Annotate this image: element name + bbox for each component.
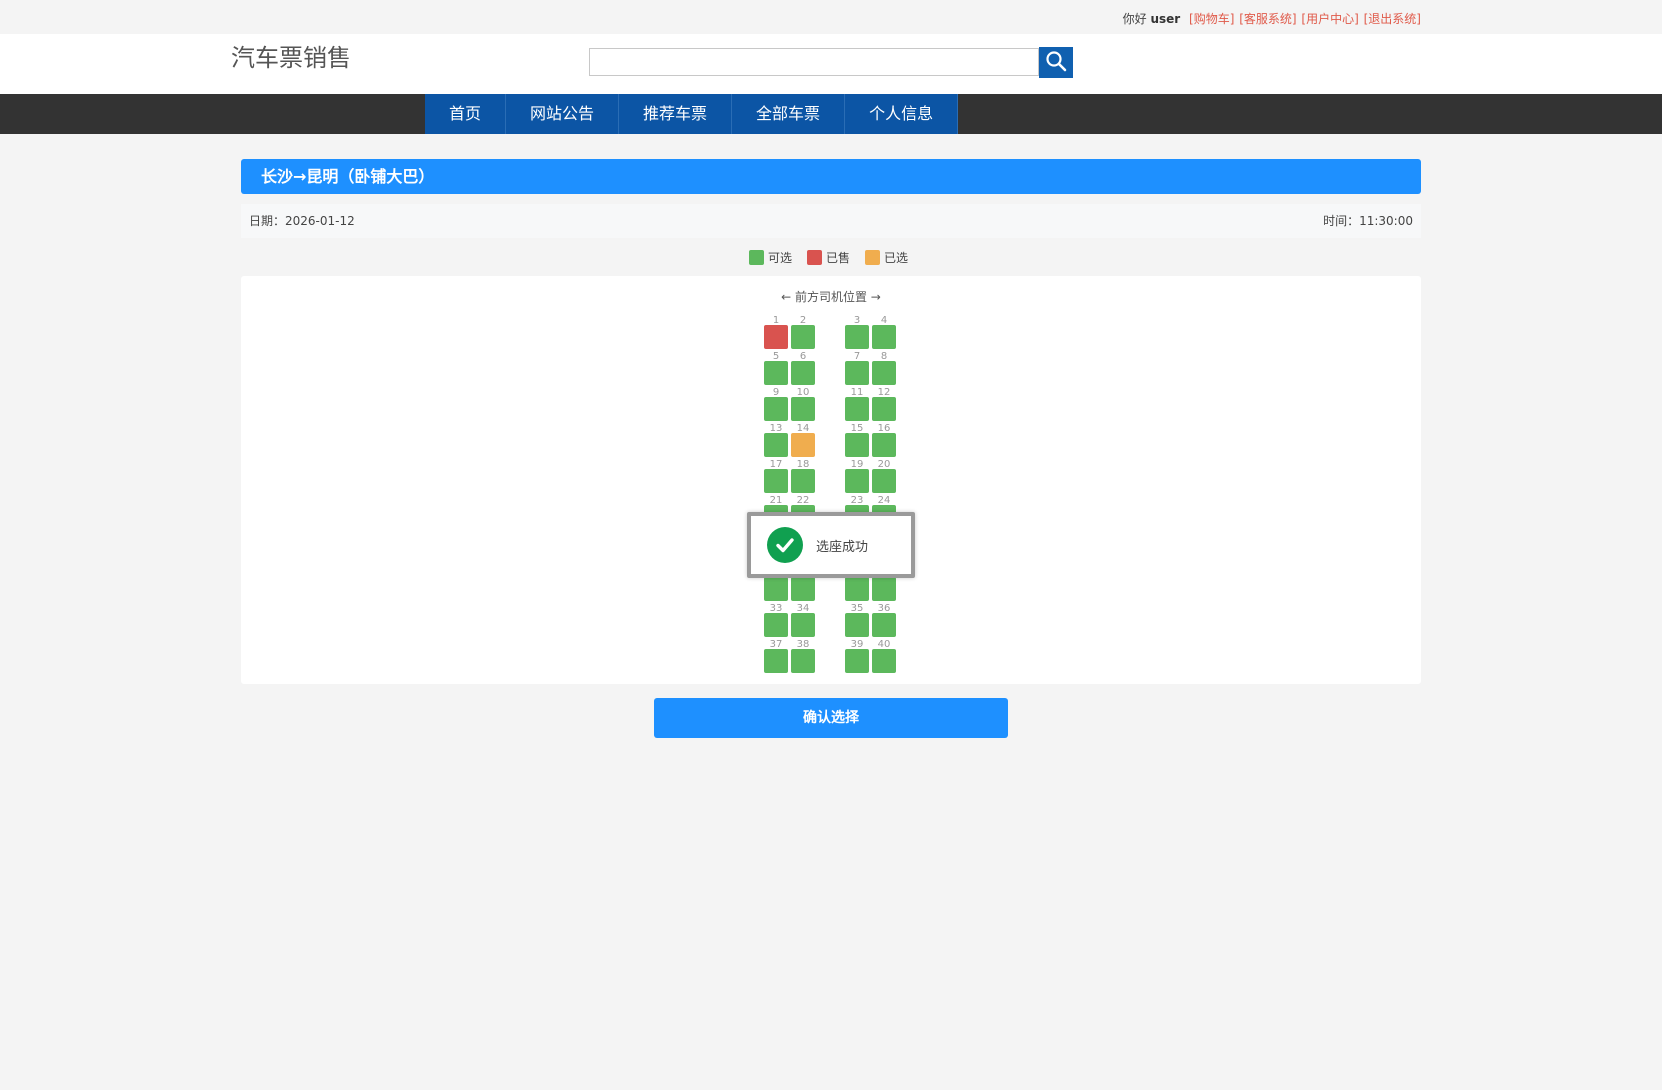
seat-13[interactable] <box>764 433 788 457</box>
seat-17[interactable] <box>764 469 788 493</box>
search-icon <box>1045 50 1067 76</box>
seat-14[interactable] <box>791 433 815 457</box>
user-center-link[interactable]: [用户中心] <box>1301 12 1358 26</box>
seat-37[interactable] <box>764 649 788 673</box>
success-toast: 选座成功 <box>747 512 915 578</box>
logout-link[interactable]: [退出系统] <box>1364 12 1421 26</box>
username: user <box>1150 12 1181 26</box>
seat-9[interactable] <box>764 397 788 421</box>
seat-8[interactable] <box>872 361 896 385</box>
seat-33[interactable] <box>764 613 788 637</box>
check-circle-icon <box>767 527 803 563</box>
nav-announcements[interactable]: 网站公告 <box>506 94 620 134</box>
cart-link[interactable]: [购物车] <box>1189 12 1234 26</box>
seat-7[interactable] <box>845 361 869 385</box>
nav-all-tickets[interactable]: 全部车票 <box>732 94 846 134</box>
driver-position-label: ← 前方司机位置 → <box>781 290 881 304</box>
seat-4[interactable] <box>872 325 896 349</box>
seat-5[interactable] <box>764 361 788 385</box>
seat-2[interactable] <box>791 325 815 349</box>
seat-15[interactable] <box>845 433 869 457</box>
legend-available-label: 可选 <box>768 250 793 265</box>
toast-message: 选座成功 <box>816 539 869 555</box>
greeting-text: 你好 <box>1122 12 1147 26</box>
seat-1 <box>764 325 788 349</box>
seat-10[interactable] <box>791 397 815 421</box>
legend-selected-label: 已选 <box>884 250 909 265</box>
seat-11[interactable] <box>845 397 869 421</box>
main-nav: 首页 网站公告 推荐车票 全部车票 个人信息 <box>0 94 1662 134</box>
confirm-selection-button[interactable]: 确认选择 <box>654 698 1008 738</box>
legend-sold-label: 已售 <box>826 250 851 265</box>
nav-home[interactable]: 首页 <box>425 94 507 134</box>
seat-30[interactable] <box>791 577 815 601</box>
seat-16[interactable] <box>872 433 896 457</box>
available-swatch <box>749 249 764 265</box>
seat-19[interactable] <box>845 469 869 493</box>
seat-map: ← 前方司机位置 → 1 2 3 4 5 6 7 8 9 10 11 12 13 14 15 16 17 18 19… <box>241 276 1421 684</box>
seat-6[interactable] <box>791 361 815 385</box>
seat-32[interactable] <box>872 577 896 601</box>
seat-35[interactable] <box>845 613 869 637</box>
search-input[interactable] <box>589 48 1039 76</box>
legend-selected: 已选 <box>865 249 908 266</box>
seat-legend: 可选 已售 已选 <box>749 249 923 265</box>
customer-service-link[interactable]: [客服系统] <box>1239 12 1296 26</box>
site-title: 汽车票销售 <box>231 44 351 72</box>
seat-29[interactable] <box>764 577 788 601</box>
nav-profile[interactable]: 个人信息 <box>845 94 959 134</box>
seat-18[interactable] <box>791 469 815 493</box>
sold-swatch <box>807 249 823 265</box>
site-header: 汽车票销售 <box>0 34 1662 94</box>
legend-sold: 已售 <box>807 249 850 266</box>
seat-31[interactable] <box>845 577 869 601</box>
seat-34[interactable] <box>791 613 815 637</box>
seat-38[interactable] <box>791 649 815 673</box>
seat-40[interactable] <box>872 649 896 673</box>
seat-36[interactable] <box>872 613 896 637</box>
seat-12[interactable] <box>872 397 896 421</box>
trip-date: 日期：2026-01-12 <box>249 214 355 228</box>
search-button[interactable] <box>1039 47 1073 78</box>
top-bar: 你好 user [购物车] [客服系统] [用户中心] [退出系统] <box>0 0 1662 34</box>
seat-20[interactable] <box>872 469 896 493</box>
legend-available: 可选 <box>749 249 792 266</box>
route-title: 长沙→昆明（卧铺大巴） <box>241 159 1421 194</box>
nav-recommended-tickets[interactable]: 推荐车票 <box>619 94 733 134</box>
selected-swatch <box>865 249 881 265</box>
seat-3[interactable] <box>845 325 869 349</box>
user-links: 你好 user [购物车] [客服系统] [用户中心] [退出系统] <box>1123 10 1421 27</box>
trip-time: 时间：11:30:00 <box>1323 214 1413 228</box>
trip-meta: 日期：2026-01-12 时间：11:30:00 <box>241 204 1421 238</box>
seat-39[interactable] <box>845 649 869 673</box>
